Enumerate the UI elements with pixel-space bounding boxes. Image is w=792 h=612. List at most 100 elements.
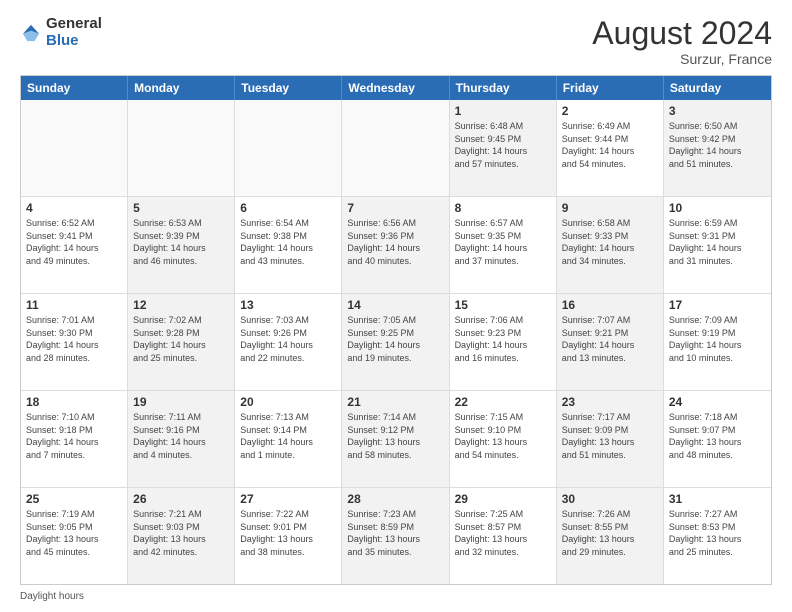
day-info: Sunrise: 6:49 AM Sunset: 9:44 PM Dayligh… <box>562 120 658 170</box>
calendar-cell: 26 Sunrise: 7:21 AM Sunset: 9:03 PM Dayli… <box>128 488 235 584</box>
day-info: Sunrise: 6:52 AM Sunset: 9:41 PM Dayligh… <box>26 217 122 267</box>
day-number: 15 <box>455 298 551 312</box>
day-info: Sunrise: 7:21 AM Sunset: 9:03 PM Dayligh… <box>133 508 229 558</box>
calendar-cell: 8 Sunrise: 6:57 AM Sunset: 9:35 PM Daylig… <box>450 197 557 293</box>
calendar-cell <box>21 100 128 196</box>
day-info: Sunrise: 6:50 AM Sunset: 9:42 PM Dayligh… <box>669 120 766 170</box>
calendar-header-cell: Friday <box>557 76 664 100</box>
day-number: 16 <box>562 298 658 312</box>
day-info: Sunrise: 7:13 AM Sunset: 9:14 PM Dayligh… <box>240 411 336 461</box>
calendar-body: 1 Sunrise: 6:48 AM Sunset: 9:45 PM Daylig… <box>21 100 771 584</box>
day-number: 28 <box>347 492 443 506</box>
day-info: Sunrise: 7:26 AM Sunset: 8:55 PM Dayligh… <box>562 508 658 558</box>
calendar-cell: 23Sunrise: 7:17 AM Sunset: 9:09 PM Dayli… <box>557 391 664 487</box>
day-number: 26 <box>133 492 229 506</box>
day-info: Sunrise: 6:58 AM Sunset: 9:33 PM Dayligh… <box>562 217 658 267</box>
day-number: 20 <box>240 395 336 409</box>
day-info: Sunrise: 7:19 AM Sunset: 9:05 PM Dayligh… <box>26 508 122 558</box>
day-number: 9 <box>562 201 658 215</box>
calendar-cell: 13 Sunrise: 7:03 AM Sunset: 9:26 PM Dayli… <box>235 294 342 390</box>
calendar-cell: 16 Sunrise: 7:07 AM Sunset: 9:21 PM Dayli… <box>557 294 664 390</box>
day-number: 19 <box>133 395 229 409</box>
day-info: Sunrise: 7:25 AM Sunset: 8:57 PM Dayligh… <box>455 508 551 558</box>
calendar-cell: 3 Sunrise: 6:50 AM Sunset: 9:42 PM Daylig… <box>664 100 771 196</box>
main-title: August 2024 <box>592 16 772 51</box>
day-number: 3 <box>669 104 766 118</box>
day-info: Sunrise: 7:14 AM Sunset: 9:12 PM Dayligh… <box>347 411 443 461</box>
calendar-cell: 18 Sunrise: 7:10 AM Sunset: 9:18 PM Dayli… <box>21 391 128 487</box>
calendar-cell: 24 Sunrise: 7:18 AM Sunset: 9:07 PM Dayli… <box>664 391 771 487</box>
day-info: Sunrise: 6:53 AM Sunset: 9:39 PM Dayligh… <box>133 217 229 267</box>
day-info: Sunrise: 7:05 AM Sunset: 9:25 PM Dayligh… <box>347 314 443 364</box>
title-block: August 2024 Surzur, France <box>592 16 772 67</box>
calendar-row: 4Sunrise: 6:52 AM Sunset: 9:41 PM Daylig… <box>21 197 771 294</box>
calendar-cell: 17 Sunrise: 7:09 AM Sunset: 9:19 PM Dayli… <box>664 294 771 390</box>
day-info: Sunrise: 6:59 AM Sunset: 9:31 PM Dayligh… <box>669 217 766 267</box>
calendar-cell: 5 Sunrise: 6:53 AM Sunset: 9:39 PM Daylig… <box>128 197 235 293</box>
day-info: Sunrise: 7:15 AM Sunset: 9:10 PM Dayligh… <box>455 411 551 461</box>
calendar-cell: 9 Sunrise: 6:58 AM Sunset: 9:33 PM Daylig… <box>557 197 664 293</box>
logo-blue-label: Blue <box>46 33 102 50</box>
calendar-cell <box>342 100 449 196</box>
day-info: Sunrise: 7:02 AM Sunset: 9:28 PM Dayligh… <box>133 314 229 364</box>
calendar-cell: 28Sunrise: 7:23 AM Sunset: 8:59 PM Dayli… <box>342 488 449 584</box>
calendar-cell: 29 Sunrise: 7:25 AM Sunset: 8:57 PM Dayli… <box>450 488 557 584</box>
calendar-cell: 20 Sunrise: 7:13 AM Sunset: 9:14 PM Dayli… <box>235 391 342 487</box>
day-number: 25 <box>26 492 122 506</box>
day-info: Sunrise: 6:48 AM Sunset: 9:45 PM Dayligh… <box>455 120 551 170</box>
calendar-cell: 22 Sunrise: 7:15 AM Sunset: 9:10 PM Dayli… <box>450 391 557 487</box>
day-number: 14 <box>347 298 443 312</box>
day-number: 7 <box>347 201 443 215</box>
day-number: 22 <box>455 395 551 409</box>
day-info: Sunrise: 7:10 AM Sunset: 9:18 PM Dayligh… <box>26 411 122 461</box>
day-number: 5 <box>133 201 229 215</box>
day-info: Sunrise: 6:54 AM Sunset: 9:38 PM Dayligh… <box>240 217 336 267</box>
day-number: 1 <box>455 104 551 118</box>
day-number: 17 <box>669 298 766 312</box>
calendar-cell: 7Sunrise: 6:56 AM Sunset: 9:36 PM Daylig… <box>342 197 449 293</box>
calendar-cell: 21 Sunrise: 7:14 AM Sunset: 9:12 PM Dayli… <box>342 391 449 487</box>
calendar-row: 25 Sunrise: 7:19 AM Sunset: 9:05 PM Dayli… <box>21 488 771 584</box>
day-number: 21 <box>347 395 443 409</box>
logo-text: General Blue <box>46 16 102 49</box>
calendar-cell: 14 Sunrise: 7:05 AM Sunset: 9:25 PM Dayli… <box>342 294 449 390</box>
day-number: 31 <box>669 492 766 506</box>
day-number: 23 <box>562 395 658 409</box>
day-number: 29 <box>455 492 551 506</box>
day-info: Sunrise: 7:27 AM Sunset: 8:53 PM Dayligh… <box>669 508 766 558</box>
subtitle: Surzur, France <box>592 51 772 67</box>
day-info: Sunrise: 7:18 AM Sunset: 9:07 PM Dayligh… <box>669 411 766 461</box>
day-number: 24 <box>669 395 766 409</box>
day-number: 6 <box>240 201 336 215</box>
calendar-cell <box>128 100 235 196</box>
day-info: Sunrise: 7:07 AM Sunset: 9:21 PM Dayligh… <box>562 314 658 364</box>
calendar-cell: 2Sunrise: 6:49 AM Sunset: 9:44 PM Daylig… <box>557 100 664 196</box>
day-number: 8 <box>455 201 551 215</box>
day-info: Sunrise: 7:03 AM Sunset: 9:26 PM Dayligh… <box>240 314 336 364</box>
footer: Daylight hours <box>20 591 772 602</box>
day-number: 12 <box>133 298 229 312</box>
day-info: Sunrise: 7:06 AM Sunset: 9:23 PM Dayligh… <box>455 314 551 364</box>
calendar-header-cell: Sunday <box>21 76 128 100</box>
calendar-header-cell: Wednesday <box>342 76 449 100</box>
day-number: 13 <box>240 298 336 312</box>
page: General Blue August 2024 Surzur, France … <box>0 0 792 612</box>
calendar-row: 11Sunrise: 7:01 AM Sunset: 9:30 PM Dayli… <box>21 294 771 391</box>
calendar-header-cell: Saturday <box>664 76 771 100</box>
calendar-cell: 11Sunrise: 7:01 AM Sunset: 9:30 PM Dayli… <box>21 294 128 390</box>
day-info: Sunrise: 7:11 AM Sunset: 9:16 PM Dayligh… <box>133 411 229 461</box>
day-info: Sunrise: 6:57 AM Sunset: 9:35 PM Dayligh… <box>455 217 551 267</box>
day-info: Sunrise: 7:09 AM Sunset: 9:19 PM Dayligh… <box>669 314 766 364</box>
calendar-row: 1 Sunrise: 6:48 AM Sunset: 9:45 PM Daylig… <box>21 100 771 197</box>
calendar-cell: 12 Sunrise: 7:02 AM Sunset: 9:28 PM Dayli… <box>128 294 235 390</box>
day-info: Sunrise: 7:22 AM Sunset: 9:01 PM Dayligh… <box>240 508 336 558</box>
day-number: 18 <box>26 395 122 409</box>
logo: General Blue <box>20 16 102 49</box>
calendar-cell: 25 Sunrise: 7:19 AM Sunset: 9:05 PM Dayli… <box>21 488 128 584</box>
logo-icon <box>20 22 42 44</box>
header: General Blue August 2024 Surzur, France <box>20 16 772 67</box>
calendar-cell: 30Sunrise: 7:26 AM Sunset: 8:55 PM Dayli… <box>557 488 664 584</box>
calendar-header-cell: Monday <box>128 76 235 100</box>
calendar: SundayMondayTuesdayWednesdayThursdayFrid… <box>20 75 772 585</box>
day-number: 27 <box>240 492 336 506</box>
